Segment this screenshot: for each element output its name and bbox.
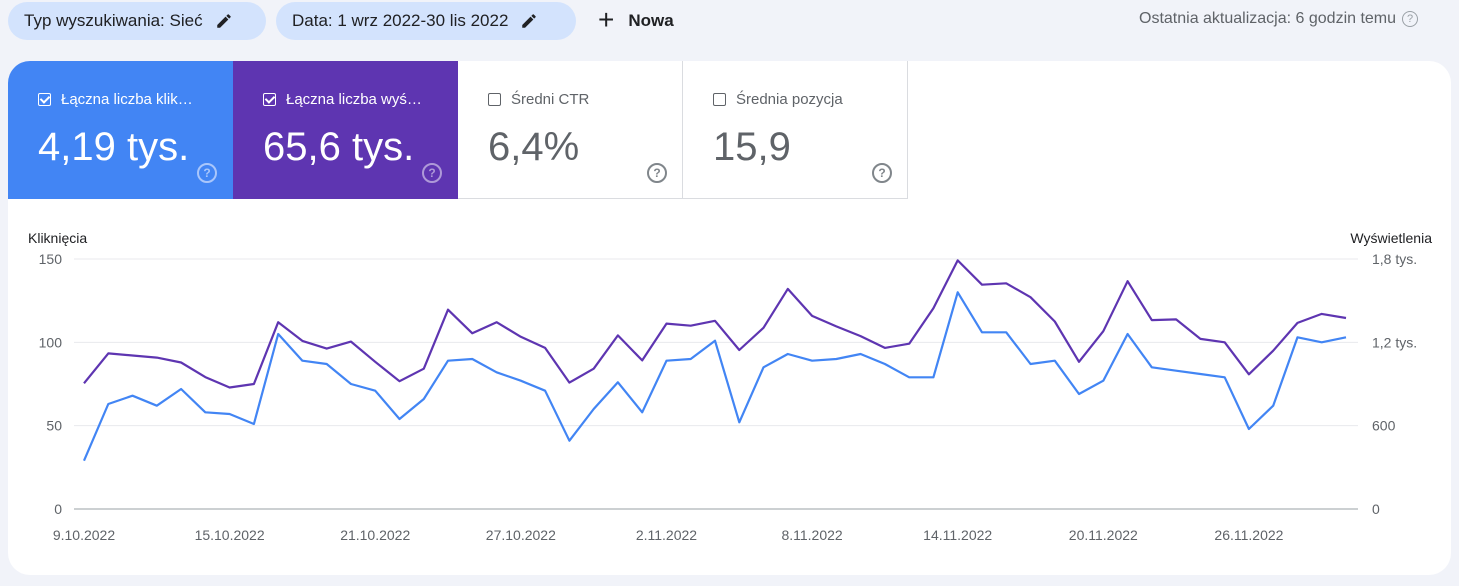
x-tick-label: 21.10.2022 (340, 527, 410, 543)
left-tick-label: 150 (39, 251, 63, 267)
date-filter-label: Data: 1 wrz 2022-30 lis 2022 (292, 11, 509, 30)
date-filter-chip[interactable]: Data: 1 wrz 2022-30 lis 2022 (276, 2, 576, 40)
last-update-label: Ostatnia aktualizacja: 6 godzin temu (1139, 10, 1397, 27)
left-tick-label: 100 (39, 334, 63, 350)
performance-chart: Kliknięcia Wyświetlenia 0 0 50 600 100 1,2 tys.… (28, 230, 1432, 543)
x-tick-label: 27.10.2022 (486, 527, 556, 543)
x-tick-label: 2.11.2022 (636, 527, 697, 543)
right-tick-label: 1,8 tys. (1372, 251, 1417, 267)
left-axis-title: Kliknięcia (28, 230, 87, 246)
new-filter-button[interactable]: + Nowa (598, 4, 674, 38)
pencil-icon (216, 14, 231, 28)
left-tick-label: 50 (46, 418, 62, 434)
right-tick-label: 0 (1372, 501, 1380, 517)
left-tick-label: 0 (54, 501, 62, 517)
x-tick-label: 8.11.2022 (781, 527, 842, 543)
clicks-series-line (82, 291, 1347, 462)
x-tick-label: 9.10.2022 (53, 527, 115, 543)
x-tick-label: 15.10.2022 (195, 527, 265, 543)
search-type-filter-label: Typ wyszukiwania: Sieć (24, 11, 203, 30)
search-type-filter-chip[interactable]: Typ wyszukiwania: Sieć (8, 2, 266, 40)
last-update-text: Ostatnia aktualizacja: 6 godzin temu? (1139, 10, 1419, 28)
pencil-icon (522, 14, 537, 28)
right-axis-title: Wyświetlenia (1350, 230, 1432, 246)
x-tick-label: 20.11.2022 (1069, 527, 1138, 543)
new-filter-label: Nowa (628, 11, 674, 30)
plus-icon: + (598, 3, 615, 35)
filter-bar: Typ wyszukiwania: Sieć Data: 1 wrz 2022-… (0, 0, 1459, 44)
right-tick-label: 600 (1372, 418, 1396, 434)
x-tick-label: 26.11.2022 (1214, 527, 1283, 543)
help-icon[interactable]: ? (1402, 11, 1419, 27)
x-tick-label: 14.11.2022 (923, 527, 992, 543)
right-tick-label: 1,2 tys. (1372, 334, 1417, 350)
performance-card: Łączna liczba klik… 4,19 tys. ? Łączna l… (8, 61, 1451, 575)
